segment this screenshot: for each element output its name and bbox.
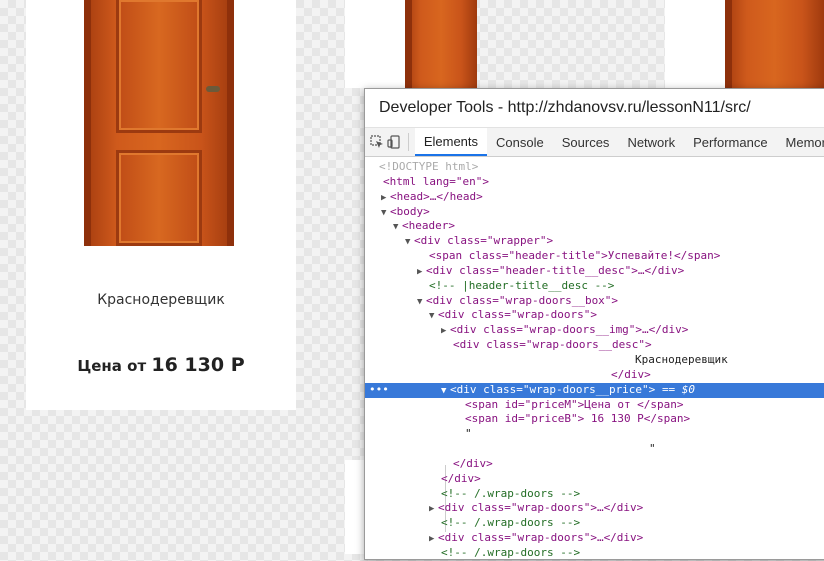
tree-row[interactable]: ▼ <div class="wrap-doors__box"> <box>365 294 824 309</box>
price-value: 16 130 Р <box>151 354 245 376</box>
door-image <box>84 0 234 246</box>
tree-row[interactable]: " <box>365 442 824 457</box>
door-image-3 <box>725 0 824 88</box>
tree-row[interactable]: ▼ <body> <box>365 205 824 220</box>
tab-network[interactable]: Network <box>618 128 684 156</box>
tree-row[interactable]: <div class="wrap-doors__desc"> <box>365 338 824 353</box>
tree-row[interactable]: " <box>365 427 824 442</box>
device-toolbar-icon[interactable] <box>386 128 403 156</box>
tab-console[interactable]: Console <box>487 128 553 156</box>
tree-row[interactable]: ▼ <div class="wrap-doors"> <box>365 308 824 323</box>
expand-arrow-icon[interactable]: ▶ <box>417 265 426 280</box>
devtools-title: Developer Tools - http://zhdanovsv.ru/le… <box>365 89 824 128</box>
devtools-toolbar: Elements Console Sources Network Perform… <box>365 128 824 157</box>
door-image-2 <box>405 0 477 88</box>
tab-elements[interactable]: Elements <box>414 128 488 156</box>
tree-row[interactable]: <span id="priceM">Цена от </span> <box>365 398 824 413</box>
tree-row[interactable]: Краснодеревщик <box>365 353 824 368</box>
price-prefix: Цена от <box>77 357 147 375</box>
tree-row[interactable]: <!-- /.wrap-doors --> <box>365 516 824 531</box>
tree-row[interactable]: ▶ <div class="wrap-doors__img">…</div> <box>365 323 824 338</box>
collapse-arrow-icon[interactable]: ▼ <box>393 220 402 235</box>
tree-row[interactable]: ▶ <div class="wrap-doors">…</div> <box>365 501 824 516</box>
tree-row[interactable]: <span id="priceB"> 16 130 Р</span> <box>365 412 824 427</box>
tree-row[interactable]: <!-- /.wrap-doors --> <box>365 487 824 502</box>
product-price: Цена от 16 130 Р <box>26 354 296 376</box>
expand-arrow-icon[interactable]: ▶ <box>381 191 390 206</box>
tree-row[interactable]: ▶ <head>…</head> <box>365 190 824 205</box>
product-card-2 <box>345 0 477 88</box>
elements-tree: <!DOCTYPE html> <html lang="en"> ▶ <head>… <box>365 157 824 561</box>
collapse-arrow-icon[interactable]: ▼ <box>441 384 450 399</box>
collapse-arrow-icon[interactable]: ▼ <box>417 295 426 310</box>
tab-performance[interactable]: Performance <box>684 128 776 156</box>
collapse-arrow-icon[interactable]: ▼ <box>429 309 438 324</box>
product-card-2-lower <box>345 460 364 554</box>
tree-row[interactable]: ▶ <div class="header-title__desc">…</div> <box>365 264 824 279</box>
tree-row[interactable]: ▼ <div class="wrapper"> <box>365 234 824 249</box>
tree-row[interactable]: ▶ <div class="wrap-doors">…</div> <box>365 531 824 546</box>
product-card-3 <box>665 0 824 88</box>
product-card: Краснодеревщик Цена от 16 130 Р <box>26 0 296 410</box>
collapse-arrow-icon[interactable]: ▼ <box>381 206 390 221</box>
tree-row[interactable]: <!-- |header-title__desc --> <box>365 279 824 294</box>
expand-arrow-icon[interactable]: ▶ <box>429 532 438 547</box>
tree-row[interactable]: <!-- /.wrap-doors --> <box>365 546 824 561</box>
tree-row[interactable]: </div> <box>365 368 824 383</box>
collapse-arrow-icon[interactable]: ▼ <box>405 235 414 250</box>
tab-sources[interactable]: Sources <box>553 128 619 156</box>
tree-row[interactable]: <span class="header-title">Успевайте!</s… <box>365 249 824 264</box>
tree-row[interactable]: ▼ <header> <box>365 219 824 234</box>
tab-memory[interactable]: Memor <box>777 128 824 156</box>
tree-row-selected[interactable]: ••• ▼ <div class="wrap-doors__price"> == $… <box>365 382 824 399</box>
tree-row[interactable]: <html lang="en"> <box>365 175 824 190</box>
more-actions-icon[interactable]: ••• <box>369 383 389 398</box>
product-title: Краснодеревщик <box>97 292 225 308</box>
inspect-element-icon[interactable] <box>369 128 386 156</box>
devtools-window: Developer Tools - http://zhdanovsv.ru/le… <box>364 88 824 560</box>
expand-arrow-icon[interactable]: ▶ <box>441 324 450 339</box>
tree-row[interactable]: </div> <box>365 457 824 472</box>
tree-row[interactable]: </div> <box>365 472 824 487</box>
tree-row[interactable]: <!DOCTYPE html> <box>365 160 824 175</box>
expand-arrow-icon[interactable]: ▶ <box>429 502 438 517</box>
selected-marker: == $0 <box>661 382 696 396</box>
